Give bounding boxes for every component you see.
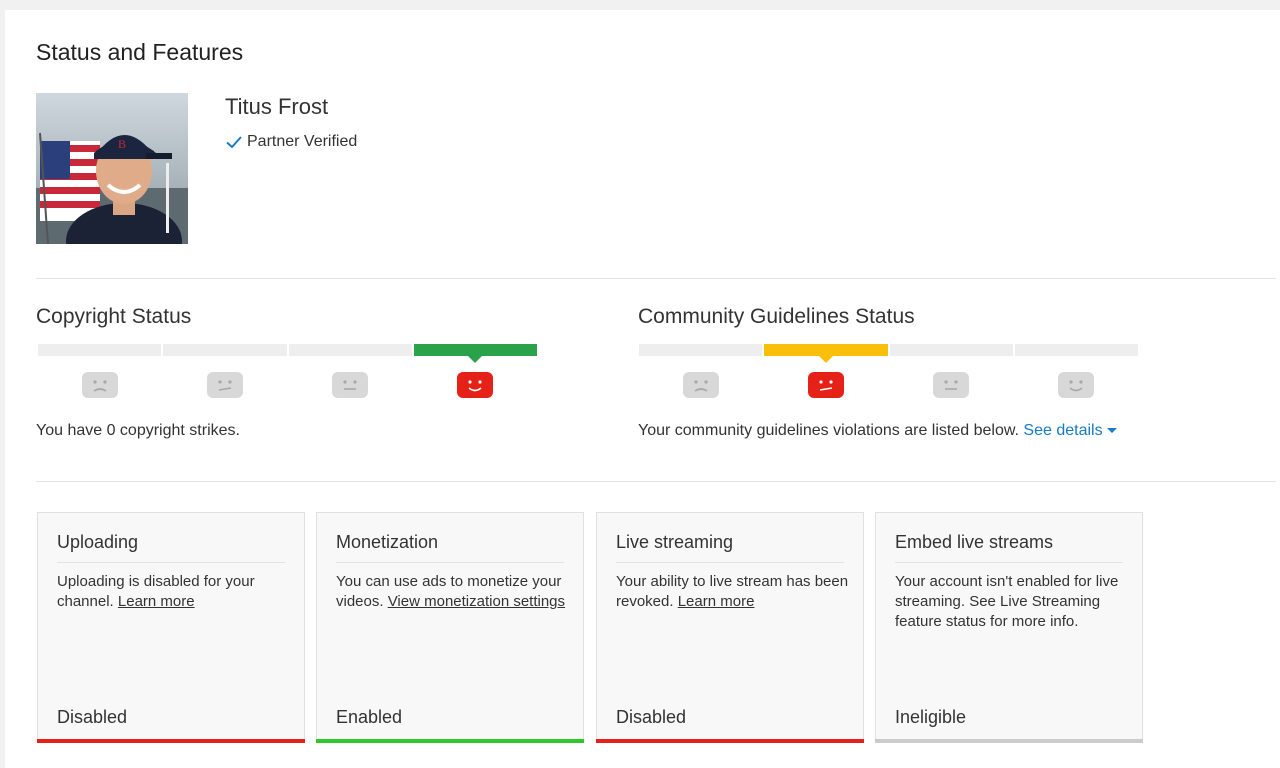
face-icon: [932, 372, 969, 398]
face-icon: [331, 372, 368, 398]
copyright-meter-segment-2: [163, 344, 287, 356]
card-state: Disabled: [57, 707, 128, 727]
community-status-line: Your community guidelines violations are…: [638, 422, 1117, 440]
copyright-meter-segment-3: [288, 344, 412, 356]
divider: [36, 481, 1276, 482]
card-title: Embed live streams: [895, 532, 1123, 563]
divider: [36, 278, 1276, 279]
card-uploading: Uploading Uploading is disabled for your…: [37, 512, 305, 743]
community-meter-segment-2: [764, 344, 888, 363]
active-face-icon: [808, 372, 845, 398]
community-status-title: Community Guidelines Status: [638, 305, 915, 328]
community-face-slot-3: [889, 371, 1014, 399]
community-face-slot-2: [764, 371, 889, 399]
learn-more-link[interactable]: Learn more: [118, 593, 195, 610]
status-features-page: Status and Features B Titus Frost Partne…: [5, 10, 1280, 768]
card-embed-live-streams: Embed live streams Your account isn't en…: [875, 512, 1143, 743]
view-monetization-settings-link[interactable]: View monetization settings: [388, 593, 565, 610]
community-face-slot-1: [639, 371, 764, 399]
checkmark-icon: [226, 136, 242, 149]
avatar-photo: B: [36, 93, 188, 244]
see-details-link[interactable]: See details: [1023, 422, 1117, 439]
copyright-faces: [38, 371, 537, 399]
community-status-text: Your community guidelines violations are…: [638, 422, 1019, 439]
copyright-meter-segment-4: [413, 344, 537, 363]
verified-label: Partner Verified: [247, 133, 358, 150]
card-description-text: Your account isn't enabled for live stre…: [895, 573, 1119, 630]
see-details-label: See details: [1023, 422, 1103, 439]
copyright-status-text: You have 0 copyright strikes.: [36, 422, 240, 439]
community-meter-segment-1: [639, 344, 763, 356]
copyright-face-slot-3: [288, 371, 413, 399]
card-title: Monetization: [336, 532, 564, 563]
channel-avatar[interactable]: B: [36, 93, 188, 244]
face-icon: [683, 372, 720, 398]
card-description: Uploading is disabled for your channel. …: [57, 572, 290, 612]
channel-name[interactable]: Titus Frost: [225, 94, 328, 120]
status-bar: [875, 739, 1143, 743]
copyright-strike-meter: [38, 344, 537, 363]
card-description: Your account isn't enabled for live stre…: [895, 572, 1128, 632]
community-face-slot-4: [1013, 371, 1138, 399]
community-faces: [639, 371, 1138, 399]
copyright-face-slot-2: [163, 371, 288, 399]
copyright-status-title: Copyright Status: [36, 305, 192, 328]
face-icon: [82, 372, 119, 398]
card-title: Uploading: [57, 532, 285, 563]
community-meter-segment-4: [1014, 344, 1138, 356]
svg-text:B: B: [118, 137, 126, 151]
status-bar: [316, 739, 584, 743]
page-title: Status and Features: [36, 39, 244, 65]
card-title: Live streaming: [616, 532, 844, 563]
active-face-icon: [456, 372, 493, 398]
card-live-streaming: Live streaming Your ability to live stre…: [596, 512, 864, 743]
caret-down-icon: [1106, 428, 1117, 434]
card-state: Disabled: [616, 707, 687, 727]
status-bar: [596, 739, 864, 743]
status-bar: [37, 739, 305, 743]
card-description: Your ability to live stream has been rev…: [616, 572, 849, 612]
copyright-face-slot-4: [412, 371, 537, 399]
card-description: You can use ads to monetize your videos.…: [336, 572, 569, 612]
face-icon: [207, 372, 244, 398]
community-meter-segment-3: [889, 344, 1013, 356]
copyright-face-slot-1: [38, 371, 163, 399]
face-icon: [1057, 372, 1094, 398]
copyright-meter-segment-1: [38, 344, 162, 356]
card-state: Ineligible: [895, 707, 967, 727]
community-strike-meter: [639, 344, 1138, 363]
card-monetization: Monetization You can use ads to monetize…: [316, 512, 584, 743]
card-state: Enabled: [336, 707, 403, 727]
learn-more-link[interactable]: Learn more: [678, 593, 755, 610]
partner-verified: Partner Verified: [225, 133, 357, 151]
